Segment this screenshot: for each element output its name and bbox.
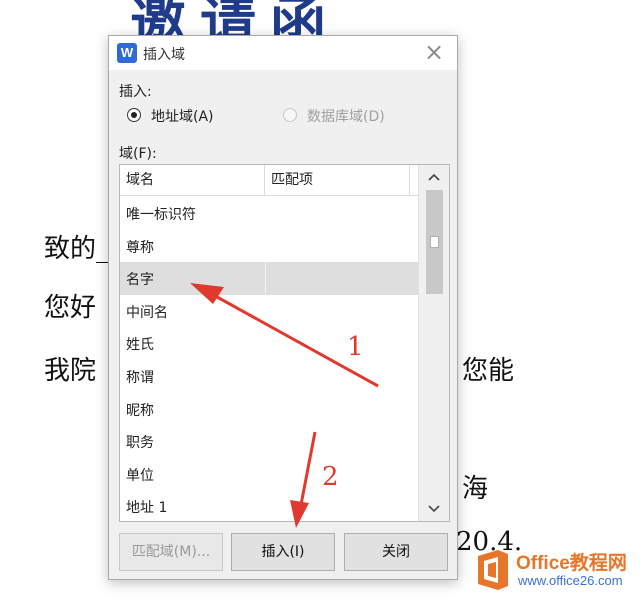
list-item-selected[interactable]: 名字 <box>120 262 419 295</box>
chevron-down-icon[interactable] <box>419 497 449 521</box>
cell-divider <box>265 262 266 295</box>
list-item-label: 姓氏 <box>126 337 154 354</box>
list-item[interactable]: 姓氏 <box>120 327 419 360</box>
annotation-step-2: 2 <box>322 462 339 492</box>
radio-address-label[interactable]: 地址域(A) <box>151 106 214 126</box>
office-logo-icon <box>478 550 508 590</box>
watermark-brand: Office教程网 <box>516 553 627 574</box>
radio-database-field[interactable] <box>283 108 297 122</box>
list-item-label: 昵称 <box>126 402 154 419</box>
scroll-grip <box>430 236 439 248</box>
wps-writer-icon: W <box>117 43 137 63</box>
watermark-url: www.office26.com <box>518 573 623 588</box>
list-item[interactable]: 昵称 <box>120 393 419 426</box>
annotation-step-1: 1 <box>347 332 364 362</box>
list-header: 域名 匹配项 <box>120 165 419 196</box>
field-listbox[interactable]: 域名 匹配项 唯一标识符 尊称 名字 中间名 姓氏 称谓 昵称 职务 单位 地址… <box>119 164 450 522</box>
list-item-label: 尊称 <box>126 239 154 256</box>
close-icon[interactable]: × <box>421 39 447 65</box>
list-item-label: 中间名 <box>126 304 168 321</box>
document-line: 海 <box>462 474 489 504</box>
close-button[interactable]: 关闭 <box>344 533 448 571</box>
field-rows: 唯一标识符 尊称 名字 中间名 姓氏 称谓 昵称 职务 单位 地址 1 <box>120 197 419 521</box>
match-fields-button[interactable]: 匹配域(M)... <box>119 533 223 571</box>
list-item[interactable]: 中间名 <box>120 295 419 328</box>
list-item-label: 单位 <box>126 467 154 484</box>
document-line: 致的_ <box>44 234 110 264</box>
document-line: 您能 <box>462 356 515 386</box>
list-item-label: 名字 <box>126 272 154 289</box>
radio-database-label[interactable]: 数据库域(D) <box>307 106 385 126</box>
field-list-label: 域(F): <box>119 146 157 162</box>
list-item-label: 称谓 <box>126 369 154 386</box>
list-item[interactable]: 地址 1 <box>120 490 419 521</box>
insert-button[interactable]: 插入(I) <box>231 533 335 571</box>
list-item[interactable]: 尊称 <box>120 230 419 263</box>
vertical-scrollbar[interactable] <box>418 165 449 521</box>
list-item[interactable]: 单位 <box>120 458 419 491</box>
list-item[interactable]: 职务 <box>120 425 419 458</box>
column-header-match[interactable]: 匹配项 <box>265 165 410 195</box>
insert-field-dialog: W 插入域 × 插入: 地址域(A) 数据库域(D) 域(F): 域名 匹配项 … <box>108 35 458 580</box>
list-item-label: 职务 <box>126 435 154 452</box>
document-line: 您好 <box>44 293 97 323</box>
dialog-titlebar: W 插入域 × <box>109 36 457 70</box>
list-item-label: 地址 1 <box>126 500 168 517</box>
list-item[interactable]: 唯一标识符 <box>120 197 419 230</box>
dialog-title: 插入域 <box>143 47 185 63</box>
list-item[interactable]: 称谓 <box>120 360 419 393</box>
chevron-up-icon[interactable] <box>419 165 449 189</box>
column-header-field-name[interactable]: 域名 <box>120 165 265 195</box>
document-line: 我院 <box>44 356 97 386</box>
watermark-logo: Office教程网 www.office26.com <box>470 545 638 597</box>
insert-label: 插入: <box>119 84 152 100</box>
scroll-thumb[interactable] <box>426 190 443 294</box>
radio-address-field[interactable] <box>127 108 141 122</box>
list-item-label: 唯一标识符 <box>126 207 196 223</box>
